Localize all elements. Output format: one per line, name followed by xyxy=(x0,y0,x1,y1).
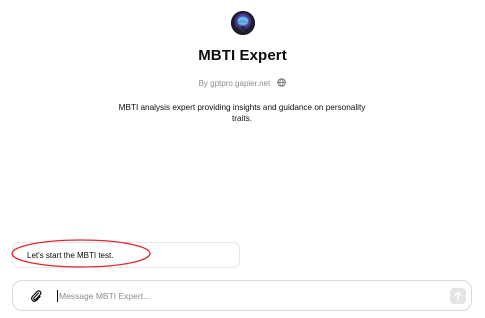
gpt-description: MBTI analysis expert providing insights … xyxy=(118,103,366,123)
gpt-title: MBTI Expert xyxy=(198,47,287,64)
message-composer[interactable] xyxy=(12,280,472,311)
starter-prompt-button[interactable]: Let's start the MBTI test. xyxy=(12,242,240,268)
text-caret xyxy=(57,290,58,302)
paperclip-icon[interactable] xyxy=(29,289,43,303)
arrow-up-icon xyxy=(454,291,462,301)
chat-landing: MBTI Expert By gptpro.gapier.net MBTI an… xyxy=(0,0,485,318)
send-button[interactable] xyxy=(450,288,466,304)
brain-avatar-icon xyxy=(231,11,255,35)
gpt-avatar xyxy=(231,11,255,35)
globe-icon[interactable] xyxy=(277,78,287,89)
message-input[interactable] xyxy=(59,287,439,305)
starter-prompt-label: Let's start the MBTI test. xyxy=(27,251,114,260)
gpt-byline: By gptpro.gapier.net xyxy=(0,78,485,89)
byline-text: By gptpro.gapier.net xyxy=(198,79,271,89)
